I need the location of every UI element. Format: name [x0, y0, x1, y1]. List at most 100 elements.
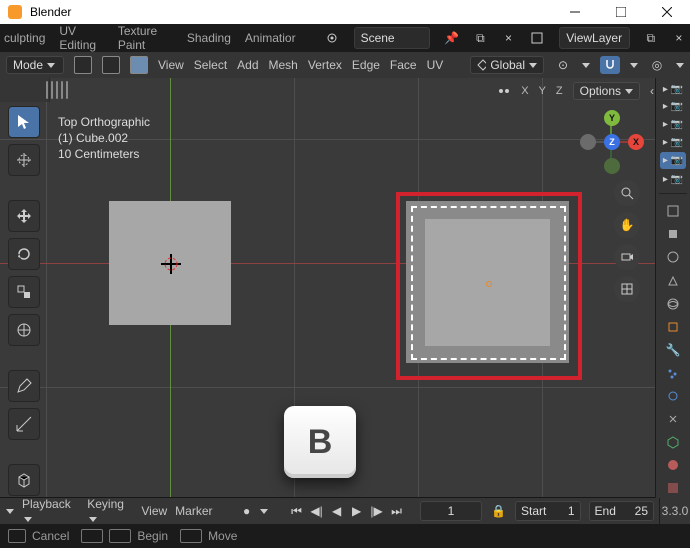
- new-scene-icon[interactable]: ⧉: [473, 29, 487, 47]
- camera-view-icon[interactable]: [614, 244, 640, 270]
- pan-icon[interactable]: ✋: [614, 212, 640, 238]
- pivot-center-icon[interactable]: ⊙: [554, 56, 572, 74]
- mode-select[interactable]: Mode: [6, 56, 64, 74]
- cursor-tool[interactable]: [8, 144, 40, 176]
- jump-start-button[interactable]: ⏮: [290, 504, 304, 518]
- properties-constraints-tab[interactable]: [661, 409, 685, 429]
- navigation-gizmo[interactable]: X Y Z: [580, 110, 642, 172]
- pin-scene-icon[interactable]: 📌: [444, 29, 459, 47]
- browse-scene-icon[interactable]: [324, 28, 340, 48]
- gizmo-visibility-icon[interactable]: [497, 84, 511, 98]
- selection-tool-box[interactable]: [51, 81, 53, 99]
- delete-viewlayer-icon[interactable]: ×: [672, 29, 686, 47]
- tab-sculpting[interactable]: culpting: [4, 31, 45, 45]
- vertex-select-mode[interactable]: [74, 56, 92, 74]
- outliner-row-icon[interactable]: ▸ 📷: [660, 172, 686, 187]
- properties-material-tab[interactable]: [661, 455, 685, 475]
- menu-mesh[interactable]: Mesh: [269, 58, 298, 72]
- properties-world-tab[interactable]: [661, 294, 685, 314]
- perspective-toggle-icon[interactable]: [614, 276, 640, 302]
- rotate-tool[interactable]: [8, 238, 40, 270]
- transform-tool[interactable]: [8, 314, 40, 346]
- add-cube-tool[interactable]: [8, 464, 40, 496]
- browse-viewlayer-icon[interactable]: [530, 28, 546, 48]
- maximize-button[interactable]: [598, 0, 644, 24]
- outliner-row-icon[interactable]: ▸ 📷: [660, 82, 686, 97]
- chevron-down-icon[interactable]: [260, 509, 268, 514]
- menu-edge[interactable]: Edge: [352, 58, 380, 72]
- timeline-keying-menu[interactable]: Keying: [87, 497, 133, 525]
- gizmo-neg-x[interactable]: [580, 134, 596, 150]
- start-frame-field[interactable]: Start 1: [515, 501, 580, 521]
- properties-particles-tab[interactable]: [661, 363, 685, 383]
- chevron-down-icon[interactable]: [676, 63, 684, 68]
- timeline-playback-menu[interactable]: Playback: [22, 497, 79, 525]
- selection-tool-circle[interactable]: [56, 81, 58, 99]
- play-reverse-button[interactable]: ◀: [330, 504, 344, 518]
- properties-texture-tab[interactable]: [661, 478, 685, 498]
- menu-add[interactable]: Add: [237, 58, 258, 72]
- properties-scene-tab[interactable]: [661, 270, 685, 290]
- menu-vertex[interactable]: Vertex: [308, 58, 342, 72]
- keyframe-prev-button[interactable]: ◀|: [310, 504, 324, 518]
- tab-uv-editing[interactable]: UV Editing: [59, 24, 104, 52]
- select-box-tool[interactable]: [8, 106, 40, 138]
- gizmo-y-axis[interactable]: Y: [604, 110, 620, 126]
- tab-animation[interactable]: Animatior: [245, 31, 296, 45]
- zoom-icon[interactable]: [614, 180, 640, 206]
- outliner-row-icon[interactable]: ▸ 📷: [660, 100, 686, 115]
- selection-tool-lasso[interactable]: [61, 81, 63, 99]
- properties-mesh-tab[interactable]: [661, 432, 685, 452]
- outliner-row-icon[interactable]: ▸ 📷: [660, 117, 686, 132]
- gizmo-neg-y[interactable]: [604, 158, 620, 174]
- tab-texture-paint[interactable]: Texture Paint: [118, 24, 173, 52]
- timeline-marker-menu[interactable]: Marker: [175, 504, 212, 518]
- expand-region-icon[interactable]: ‹: [650, 84, 654, 98]
- auto-key-toggle[interactable]: ●: [240, 504, 254, 518]
- properties-viewlayer-tab[interactable]: [661, 247, 685, 267]
- play-button[interactable]: ▶: [350, 504, 364, 518]
- properties-physics-tab[interactable]: [661, 386, 685, 406]
- chevron-down-icon[interactable]: [582, 63, 590, 68]
- mirror-x-toggle[interactable]: X: [521, 85, 528, 97]
- scale-tool[interactable]: [8, 276, 40, 308]
- gizmo-x-axis[interactable]: X: [628, 134, 644, 150]
- menu-view[interactable]: View: [158, 58, 184, 72]
- tab-shading[interactable]: Shading: [187, 31, 231, 45]
- frame-lock-icon[interactable]: 🔒: [490, 502, 507, 520]
- mirror-y-toggle[interactable]: Y: [539, 85, 546, 97]
- snap-toggle[interactable]: [600, 56, 620, 74]
- end-frame-field[interactable]: End 25: [589, 501, 654, 521]
- gizmo-z-axis[interactable]: Z: [604, 134, 620, 150]
- menu-face[interactable]: Face: [390, 58, 417, 72]
- properties-render-tab[interactable]: [661, 201, 685, 221]
- orientation-select[interactable]: Global: [470, 56, 544, 74]
- menu-uv[interactable]: UV: [427, 58, 444, 72]
- current-frame-field[interactable]: 1: [420, 501, 483, 521]
- annotate-tool[interactable]: [8, 370, 40, 402]
- jump-end-button[interactable]: ⏭: [390, 504, 404, 518]
- viewlayer-name-field[interactable]: ViewLayer: [559, 27, 630, 49]
- scene-name-field[interactable]: Scene: [354, 27, 431, 49]
- close-button[interactable]: [644, 0, 690, 24]
- face-select-mode[interactable]: [130, 56, 148, 74]
- menu-select[interactable]: Select: [194, 58, 227, 72]
- measure-tool[interactable]: [8, 408, 40, 440]
- outliner-row-icon[interactable]: ▸ 📷: [660, 135, 686, 150]
- selection-tool-tweak[interactable]: [46, 81, 48, 99]
- mirror-z-toggle[interactable]: Z: [556, 85, 563, 97]
- options-menu[interactable]: Options: [573, 82, 640, 100]
- move-tool[interactable]: [8, 200, 40, 232]
- edge-select-mode[interactable]: [102, 56, 120, 74]
- selection-tool-extra[interactable]: [66, 81, 68, 99]
- properties-modifier-tab[interactable]: 🔧: [661, 340, 685, 360]
- new-viewlayer-icon[interactable]: ⧉: [644, 29, 658, 47]
- chevron-down-icon[interactable]: [630, 63, 638, 68]
- properties-output-tab[interactable]: [661, 224, 685, 244]
- editor-type-dropdown-icon[interactable]: [6, 509, 14, 514]
- properties-object-tab[interactable]: [661, 317, 685, 337]
- proportional-edit-icon[interactable]: ◎: [648, 56, 666, 74]
- outliner-row-active[interactable]: ▸ 📷: [660, 152, 686, 168]
- keyframe-next-button[interactable]: |▶: [370, 504, 384, 518]
- timeline-view-menu[interactable]: View: [141, 504, 167, 518]
